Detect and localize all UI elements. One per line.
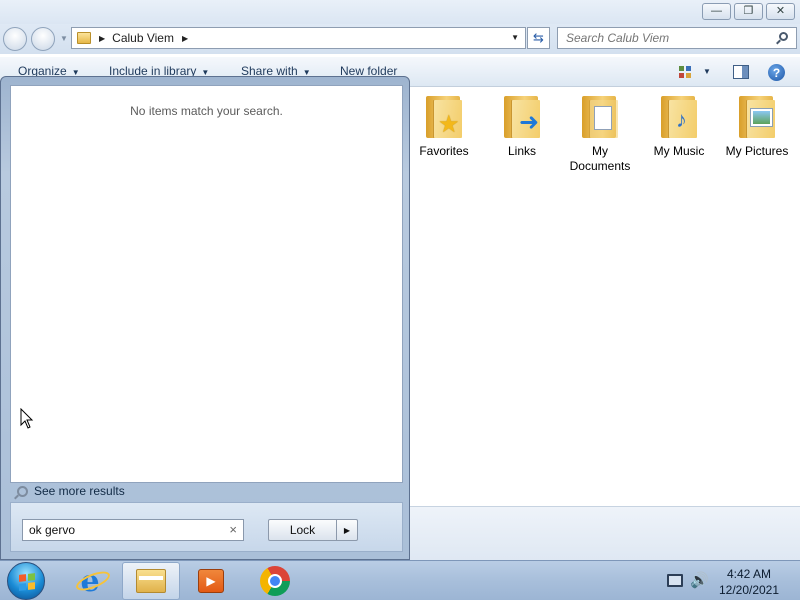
folder-my-documents[interactable]: My Documents [560,94,640,174]
change-view-icon[interactable] [679,66,692,78]
chevron-right-icon[interactable]: ▶ [182,34,188,43]
clock-time: 4:42 AM [726,567,772,581]
folder-documents-icon [580,94,620,138]
refresh-button[interactable]: ⇆ [527,27,550,49]
folder-label: My Pictures [725,144,789,158]
start-menu: No items match your search. See more res… [0,76,410,560]
search-icon[interactable] [779,32,788,41]
clock-date: 12/20/2021 [718,583,780,597]
chrome-icon [260,566,290,596]
taskbar: e ▶ 🔊 4:42 AM 12/20/2021 [0,560,800,600]
volume-icon[interactable]: 🔊 [690,571,709,589]
document-icon [594,106,612,130]
folder-pictures-icon [737,94,777,138]
windows-explorer-icon [136,569,166,593]
forward-button[interactable] [31,27,55,51]
folder-music-icon: ♪ [659,94,699,138]
view-options-dropdown[interactable]: ▼ [703,67,711,76]
search-input[interactable] [558,28,773,48]
lock-button[interactable]: Lock [268,519,337,541]
start-button[interactable] [7,562,45,600]
back-button[interactable] [3,27,27,51]
mouse-pointer-icon [20,408,34,429]
chevron-right-icon[interactable]: ▶ [99,34,105,43]
internet-explorer-button[interactable]: e [61,562,119,600]
search-box [557,27,797,49]
picture-icon [751,109,772,126]
refresh-icon: ⇆ [533,30,544,45]
folder-icon [77,32,91,44]
folder-links-icon: ➜ [502,94,542,138]
no-results-message: No items match your search. [130,104,283,118]
chrome-button[interactable] [246,562,304,600]
breadcrumb-item[interactable]: Calub Viem [112,31,174,45]
folder-label: Favorites [419,144,469,158]
system-clock[interactable]: 4:42 AM 12/20/2021 [712,566,786,598]
star-icon: ★ [438,111,460,138]
close-icon: ✕ [775,5,786,17]
chevron-right-icon: ▶ [343,525,351,535]
minimize-button[interactable]: — [702,3,731,20]
restore-icon: ❐ [743,5,754,17]
start-search-input[interactable] [23,520,223,540]
shutdown-options-button[interactable]: ▶ [336,519,358,541]
start-menu-footer: × Lock ▶ [10,502,403,552]
recent-pages-dropdown[interactable]: ▼ [60,34,68,43]
media-player-icon: ▶ [198,569,224,593]
start-search-box: × [22,519,244,541]
folder-my-music[interactable]: ♪ My Music [639,94,719,159]
minimize-icon: — [711,5,722,17]
media-player-button[interactable]: ▶ [182,562,240,600]
folder-label: My Documents [569,144,631,173]
clear-icon[interactable]: × [229,523,237,537]
folder-favorites-icon: ★ [424,94,464,138]
ie-ring-shape [74,567,113,594]
folder-my-pictures[interactable]: My Pictures [717,94,797,159]
address-dropdown-icon[interactable]: ▼ [511,33,519,42]
maximize-button[interactable]: ❐ [734,3,763,20]
music-note-icon: ♪ [676,107,687,132]
network-icon[interactable] [667,574,683,587]
preview-pane-icon[interactable] [733,65,749,79]
internet-explorer-icon: e [74,564,113,599]
folder-label: My Music [653,144,705,158]
link-arrow-icon: ➜ [519,109,540,136]
folder-label: Links [507,144,536,158]
address-bar-row: ▼ ▶ Calub Viem ▶ ▼ ⇆ [0,24,800,54]
help-icon[interactable]: ? [768,64,785,81]
see-more-results-link[interactable]: See more results [17,484,125,498]
windows-explorer-button[interactable] [122,562,180,600]
see-more-label: See more results [34,484,125,498]
title-bar[interactable]: — ❐ ✕ [0,0,800,24]
search-icon [17,485,28,497]
search-results-panel: No items match your search. [10,85,403,483]
folder-links[interactable]: ➜ Links [482,94,562,159]
folder-favorites[interactable]: ★ Favorites [404,94,484,159]
close-button[interactable]: ✕ [766,3,795,20]
address-box[interactable]: ▶ Calub Viem ▶ ▼ [71,27,526,49]
